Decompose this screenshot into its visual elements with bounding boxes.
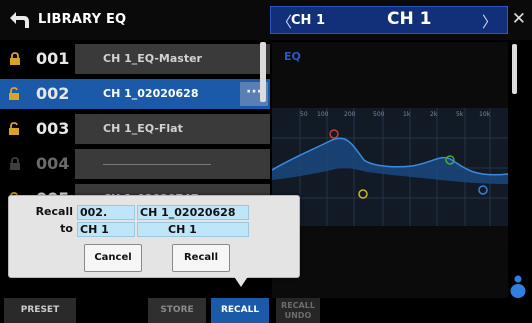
lock-open-icon[interactable] <box>0 114 30 144</box>
eq-panel[interactable]: EQ 50 100 200 500 1k 2k 5k 10k <box>272 42 508 298</box>
prev-channel-button[interactable]: 〈 <box>277 11 292 32</box>
freq-tick: 500 <box>373 111 385 118</box>
store-button[interactable]: STORE <box>148 298 206 323</box>
row-name-empty <box>75 149 270 179</box>
library-row-004[interactable]: 004 <box>0 149 270 179</box>
back-button[interactable] <box>6 8 32 32</box>
header-bar: LIBRARY EQ 〈 CH 1 CH 1 〉 ✕ <box>0 0 532 40</box>
bottom-toolbar: PRESET STORE RECALL RECALL UNDO <box>0 298 532 323</box>
recall-dialog: Recall to 002. CH 1_02020628 CH 1 CH 1 C… <box>8 195 300 278</box>
library-row-001[interactable]: 001 CH 1_EQ-Master <box>0 44 270 74</box>
row-name: CH 1_EQ-Flat <box>75 114 270 144</box>
recall-name-field: CH 1_02020628 <box>137 205 249 220</box>
freq-tick: 2k <box>430 111 438 118</box>
freq-tick: 200 <box>344 111 356 118</box>
empty-dash <box>103 164 211 165</box>
row-name: CH 1_02020628 ··· <box>75 79 270 109</box>
row-number: 003 <box>36 119 70 138</box>
lock-disabled-icon <box>0 149 30 179</box>
preset-button[interactable]: PRESET <box>4 298 76 323</box>
lock-closed-icon[interactable] <box>0 44 30 74</box>
to-name-field: CH 1 <box>137 222 249 237</box>
to-label: to <box>60 222 73 235</box>
row-name: CH 1_EQ-Master <box>75 44 270 74</box>
freq-tick: 1k <box>403 111 411 118</box>
recall-undo-line1: RECALL <box>281 301 315 310</box>
freq-tick: 50 <box>300 111 308 118</box>
channel-name-large: CH 1 <box>387 9 432 29</box>
library-row-002[interactable]: 002 CH 1_02020628 ··· <box>0 79 270 109</box>
recall-number-field: 002. <box>77 205 135 220</box>
cancel-button[interactable]: Cancel <box>84 244 142 272</box>
page-title: LIBRARY EQ <box>38 12 127 27</box>
channel-name-small: CH 1 <box>291 13 325 28</box>
lock-open-icon[interactable] <box>0 79 30 109</box>
back-arrow-icon <box>10 12 29 28</box>
recall-undo-line2: UNDO <box>284 311 312 320</box>
freq-tick: 100 <box>317 111 329 118</box>
right-scrollbar[interactable] <box>512 44 517 94</box>
library-row-003[interactable]: 003 CH 1_EQ-Flat <box>0 114 270 144</box>
to-channel-field: CH 1 <box>77 222 135 237</box>
row-number: 004 <box>36 154 70 173</box>
dialog-pointer <box>233 275 249 287</box>
eq-label: EQ <box>284 50 301 63</box>
row-number: 002 <box>30 79 75 109</box>
freq-tick: 5k <box>456 111 464 118</box>
channel-selector: 〈 CH 1 CH 1 〉 <box>270 6 508 34</box>
list-scrollbar[interactable] <box>260 42 266 162</box>
user-icon[interactable] <box>508 273 528 299</box>
row-number: 001 <box>36 49 70 68</box>
eq-curve-graph[interactable]: 50 100 200 500 1k 2k 5k 10k <box>272 108 508 226</box>
recall-button[interactable]: RECALL <box>211 298 269 323</box>
freq-tick: 10k <box>479 111 491 118</box>
recall-undo-button[interactable]: RECALL UNDO <box>276 298 320 323</box>
confirm-recall-button[interactable]: Recall <box>172 244 230 272</box>
recall-label: Recall <box>35 205 73 218</box>
close-button[interactable]: ✕ <box>512 9 526 29</box>
next-channel-button[interactable]: 〉 <box>482 11 497 32</box>
